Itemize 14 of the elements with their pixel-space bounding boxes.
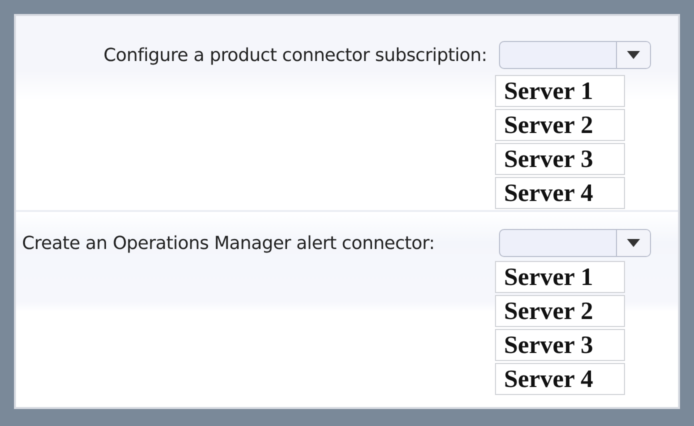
answer-option[interactable]: Server 2 xyxy=(495,108,625,140)
question-label: Create an Operations Manager alert connector: xyxy=(22,232,436,254)
answer-option[interactable]: Server 4 xyxy=(495,363,625,395)
dropdown[interactable] xyxy=(499,41,651,69)
answer-option[interactable]: Server 4 xyxy=(495,176,625,208)
answer-option[interactable]: Server 1 xyxy=(495,74,625,106)
question-label: Configure a product connector subscription: xyxy=(102,45,487,66)
answer-option[interactable]: Server 3 xyxy=(495,142,625,174)
answer-option[interactable]: Server 2 xyxy=(495,295,625,327)
dropdown[interactable] xyxy=(499,229,651,257)
answer-option[interactable]: Server 1 xyxy=(495,261,625,293)
caret-icon xyxy=(627,239,640,247)
answer-option[interactable]: Server 3 xyxy=(495,329,625,361)
caret-icon xyxy=(627,51,640,59)
